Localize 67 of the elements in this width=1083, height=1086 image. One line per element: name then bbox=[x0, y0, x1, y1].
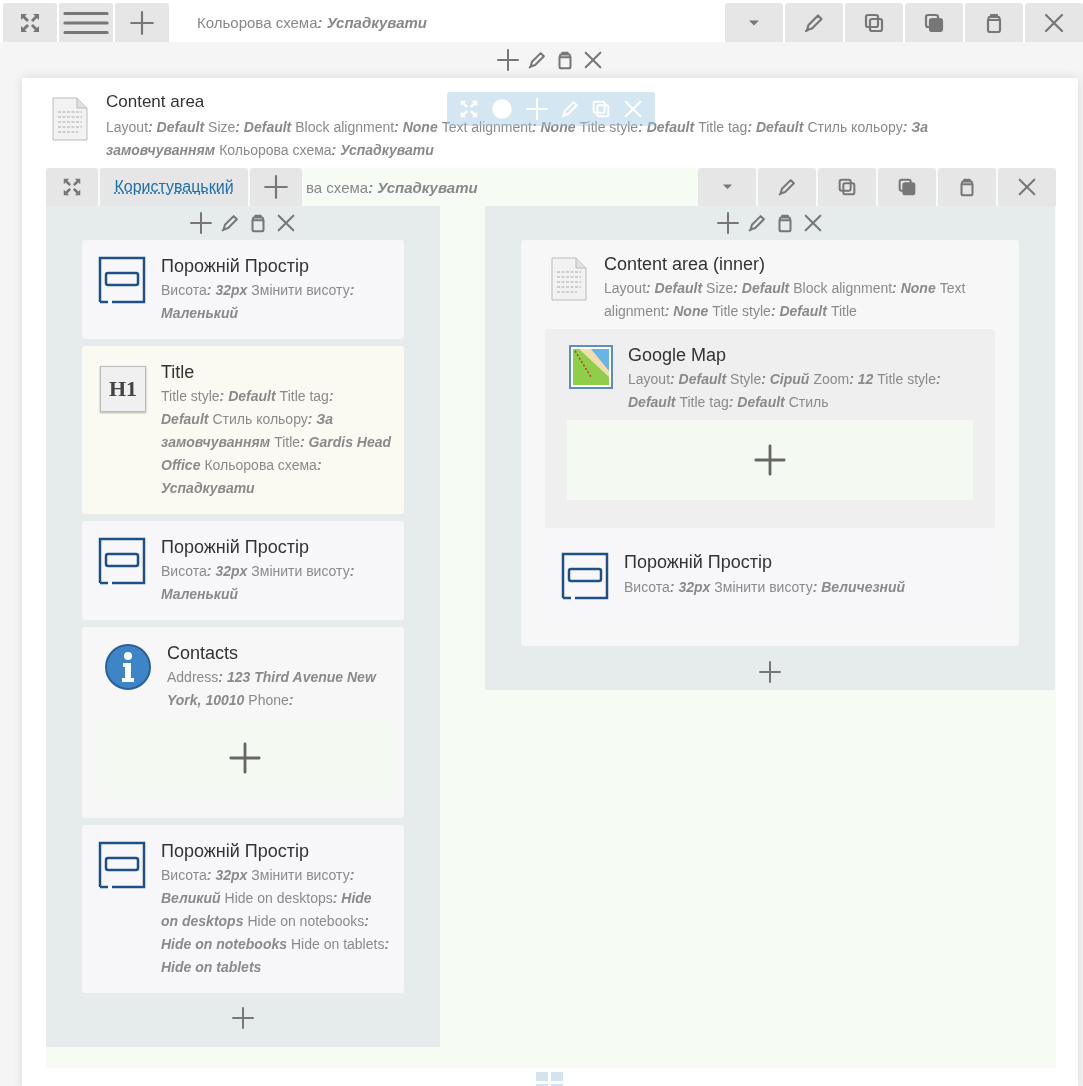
block-title: Порожній Простір bbox=[161, 537, 310, 558]
heading-icon: H1 bbox=[100, 366, 146, 412]
spacer-icon bbox=[98, 256, 146, 304]
block-details: Address: 123 Third Avenue New York, 10010 Phone: bbox=[167, 668, 378, 710]
color-scheme-label: ва схема: Успадкувати bbox=[306, 177, 478, 198]
clipboard-button[interactable] bbox=[938, 168, 996, 206]
plus-icon[interactable] bbox=[758, 660, 782, 684]
document-icon bbox=[50, 96, 90, 142]
layout-tab[interactable]: Користувацький bbox=[100, 168, 248, 206]
copy-button[interactable] bbox=[818, 168, 876, 206]
close-button[interactable] bbox=[1025, 3, 1083, 42]
copy-icon bbox=[896, 176, 918, 198]
block-details: Layout: Default Size: Default Block alignment: None Text alignment: None Title style: Default Title tag: Default Стиль кольору: За замовчуванням Кольорова схема: Успадкувати bbox=[106, 118, 930, 160]
add-button[interactable] bbox=[250, 168, 302, 206]
plus-icon bbox=[753, 443, 787, 477]
copy-button[interactable] bbox=[905, 3, 963, 42]
pencil-icon[interactable] bbox=[526, 49, 548, 71]
block-details: Layout: Default Style: Сірий Zoom: 12 Title style: Default Title tag: Default Стиль bbox=[628, 370, 942, 412]
close-icon[interactable] bbox=[582, 49, 604, 71]
plus-icon[interactable] bbox=[496, 48, 520, 72]
block-title: Порожній Простір bbox=[624, 552, 773, 573]
block-title: Порожній Простір bbox=[161, 256, 310, 277]
expand-icon bbox=[61, 176, 83, 198]
block-details: Висота: 32px Змінити висоту: Маленький bbox=[161, 562, 356, 604]
block-title: Content area (inner) bbox=[604, 254, 766, 275]
pencil-button[interactable] bbox=[758, 168, 816, 206]
spacer-icon bbox=[98, 537, 146, 585]
block-title: Google Map bbox=[628, 345, 727, 366]
info-icon bbox=[104, 643, 152, 691]
document-icon bbox=[549, 256, 589, 302]
pencil-icon[interactable] bbox=[746, 212, 768, 234]
caret-icon bbox=[721, 184, 733, 190]
pencil-icon bbox=[776, 176, 798, 198]
spacer-icon bbox=[98, 841, 146, 889]
block-details: Висота: 32px Змінити висоту: Величезний bbox=[624, 578, 907, 597]
add-button[interactable] bbox=[115, 3, 169, 42]
close-icon bbox=[1016, 176, 1038, 198]
close-button[interactable] bbox=[998, 168, 1056, 206]
plus-icon bbox=[228, 741, 262, 775]
expand-button[interactable] bbox=[3, 3, 57, 42]
clipboard-button[interactable] bbox=[965, 3, 1023, 42]
block-title: Content area bbox=[106, 92, 205, 112]
map-icon bbox=[569, 345, 613, 389]
plus-icon[interactable] bbox=[189, 211, 213, 235]
caret-icon bbox=[748, 19, 760, 26]
expand-button[interactable] bbox=[46, 168, 98, 206]
copy-button[interactable] bbox=[878, 168, 936, 206]
pencil-button[interactable] bbox=[785, 3, 843, 42]
plus-icon bbox=[263, 174, 289, 200]
close-icon[interactable] bbox=[275, 212, 297, 234]
plus-icon bbox=[129, 9, 155, 36]
menu-button[interactable] bbox=[59, 3, 113, 42]
color-scheme-label: Кольорова схема: Успадкувати bbox=[197, 13, 427, 33]
block-details: Висота: 32px Змінити висоту: Великий Hide on desktops: Hide on desktops Hide on notebooks: Hide on notebooks Hide on tablets: Hide on tablets bbox=[161, 866, 391, 977]
plus-icon[interactable] bbox=[716, 211, 740, 235]
block-title: Порожній Простір bbox=[161, 841, 310, 862]
spacer-icon bbox=[561, 552, 609, 600]
block-title: Contacts bbox=[167, 643, 239, 664]
pencil-icon[interactable] bbox=[219, 212, 241, 234]
copy-icon bbox=[836, 176, 858, 198]
plus-icon[interactable] bbox=[231, 1006, 255, 1030]
block-title: Title bbox=[161, 362, 195, 383]
close-icon[interactable] bbox=[802, 212, 824, 234]
block-details: Layout: Default Size: Default Block alignment: None Text alignment: None Title style: Default Title bbox=[604, 279, 967, 321]
copy-button[interactable] bbox=[845, 3, 903, 42]
block-details: Висота: 32px Змінити висоту: Маленький bbox=[161, 281, 356, 323]
block-details: Title style: Default Title tag: Default Стиль кольору: За замовчуванням Title: Gardis Head Office Кольорова схема: Успадкувати bbox=[161, 387, 392, 498]
